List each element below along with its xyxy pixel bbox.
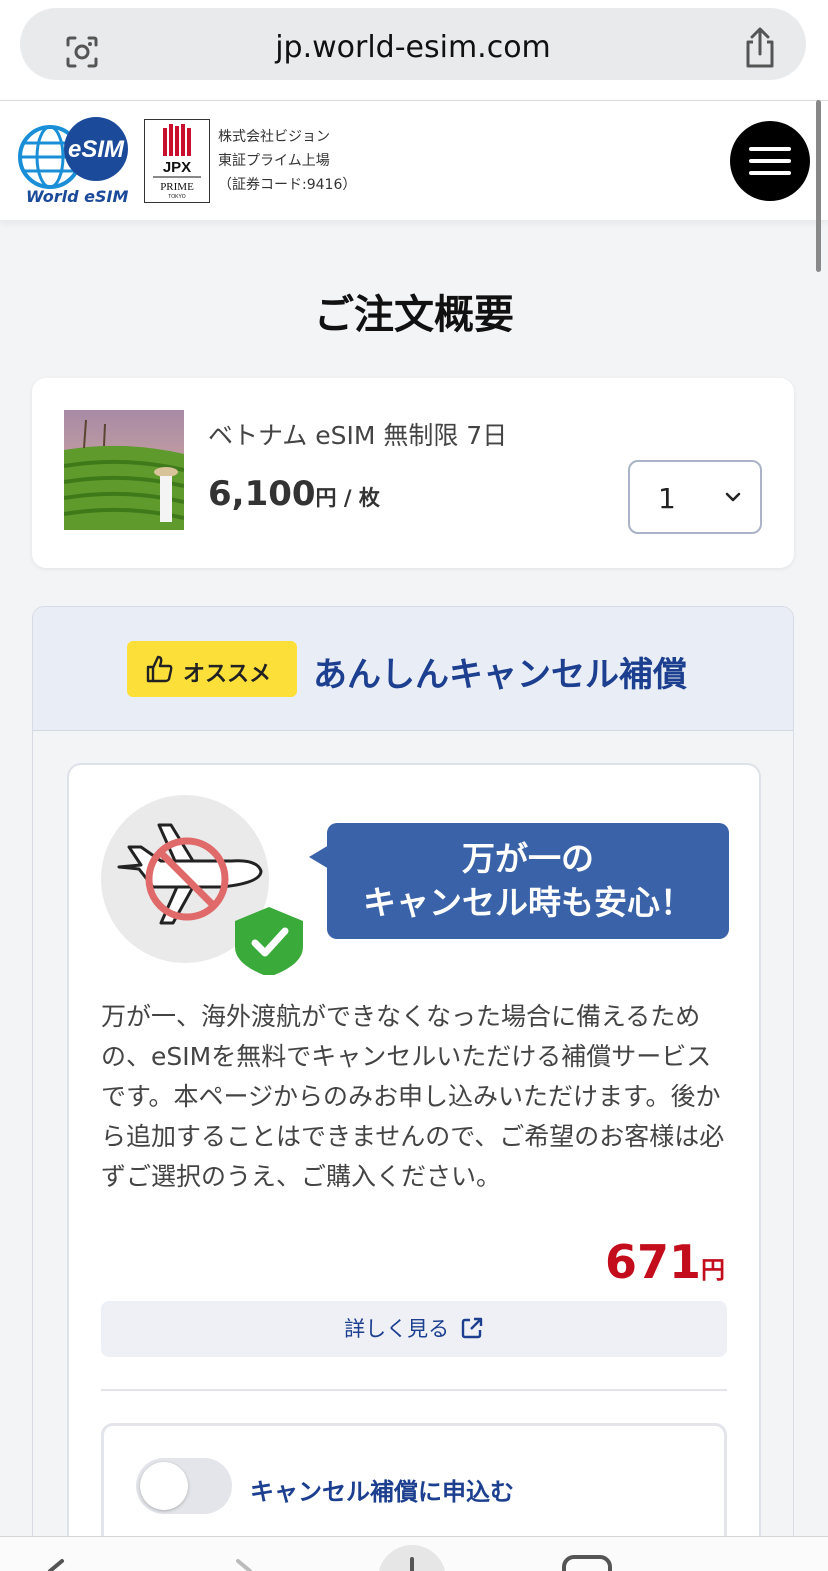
logo-wordmark: World eSIM [26, 187, 129, 206]
reassurance-banner: 万が一の キャンセル時も安心！ [309, 823, 729, 939]
external-link-icon [461, 1317, 483, 1339]
svg-text:JPX: JPX [163, 159, 191, 176]
thumbs-up-icon [146, 655, 173, 683]
cancel-price-value: 671 [604, 1235, 701, 1289]
svg-text:PRIME: PRIME [160, 181, 194, 193]
company-name: 株式会社ビジョン [218, 129, 330, 145]
apply-toggle[interactable] [136, 1458, 232, 1514]
jpx-prime-logo: JPX PRIME TOKYO [144, 119, 210, 203]
address-bar[interactable]: jp.world-esim.com [20, 8, 806, 80]
browser-toolbar: jp.world-esim.com [0, 0, 828, 100]
svg-text:TOKYO: TOKYO [168, 194, 186, 200]
apply-label[interactable]: キャンセル補償に申込む [250, 1472, 514, 1507]
product-name: ベトナム eSIM 無制限 7日 [208, 421, 508, 450]
price-value: 6,100 [208, 474, 316, 514]
product-price: 6,100円 / 枚 [208, 474, 380, 514]
cancel-protection-card: 万が一の キャンセル時も安心！ 万が一、海外渡航ができなくなった場合に備えるため… [67, 763, 761, 1565]
recommended-label: オススメ [183, 662, 272, 687]
listing-info: 東証プライム上場 [218, 153, 330, 169]
site-header: eSIM World eSIM JPX PRIME TOKYO 株式会社ビジョン… [0, 100, 828, 220]
cancel-protection-section: オススメ あんしんキャンセル補償 万が一の キャンセル時も安心！ 万が一、海外渡… [32, 606, 794, 1566]
browser-bottom-toolbar [0, 1536, 828, 1571]
stock-code: （証券コード:9416） [218, 177, 357, 193]
cancel-protection-title: あんしんキャンセル補償 [313, 655, 687, 695]
hamburger-menu-button[interactable] [730, 121, 810, 201]
svg-text:eSIM: eSIM [68, 136, 125, 163]
quantity-value: 1 [658, 482, 676, 515]
tabs-icon[interactable] [562, 1555, 612, 1571]
company-info: 株式会社ビジョン 東証プライム上場 （証券コード:9416） [218, 125, 356, 197]
divider [101, 1389, 727, 1391]
url-text[interactable]: jp.world-esim.com [20, 30, 806, 65]
recommended-badge: オススメ [127, 641, 297, 697]
banner-line-2: キャンセル時も安心！ [363, 883, 693, 922]
details-link-label: 詳しく見る [344, 1317, 450, 1341]
chevron-down-icon [725, 492, 741, 502]
page-title: ご注文概要 [314, 292, 514, 338]
quantity-select[interactable]: 1 [628, 460, 762, 534]
product-image [64, 410, 184, 530]
cancel-protection-description: 万が一、海外渡航ができなくなった場合に備えるための、eSIMを無料でキャンセルい… [101, 1002, 725, 1191]
forward-icon[interactable] [236, 1559, 252, 1571]
product-card: ベトナム eSIM 無制限 7日 6,100円 / 枚 1 [32, 378, 794, 568]
cancel-protection-header: オススメ あんしんキャンセル補償 [33, 607, 793, 731]
details-link-button[interactable]: 詳しく見る [101, 1301, 727, 1357]
banner-line-1: 万が一の [462, 839, 594, 878]
share-icon[interactable] [740, 26, 780, 70]
cancel-protection-price: 671円 [605, 1235, 725, 1289]
toggle-knob [140, 1462, 188, 1510]
price-per-unit: / 枚 [336, 486, 380, 510]
back-icon[interactable] [48, 1559, 64, 1571]
cancelled-flight-illustration [101, 795, 303, 975]
menu-icon [749, 147, 791, 151]
scrollbar[interactable] [816, 100, 821, 272]
price-currency: 円 [315, 486, 337, 510]
cancel-price-currency: 円 [701, 1256, 725, 1284]
